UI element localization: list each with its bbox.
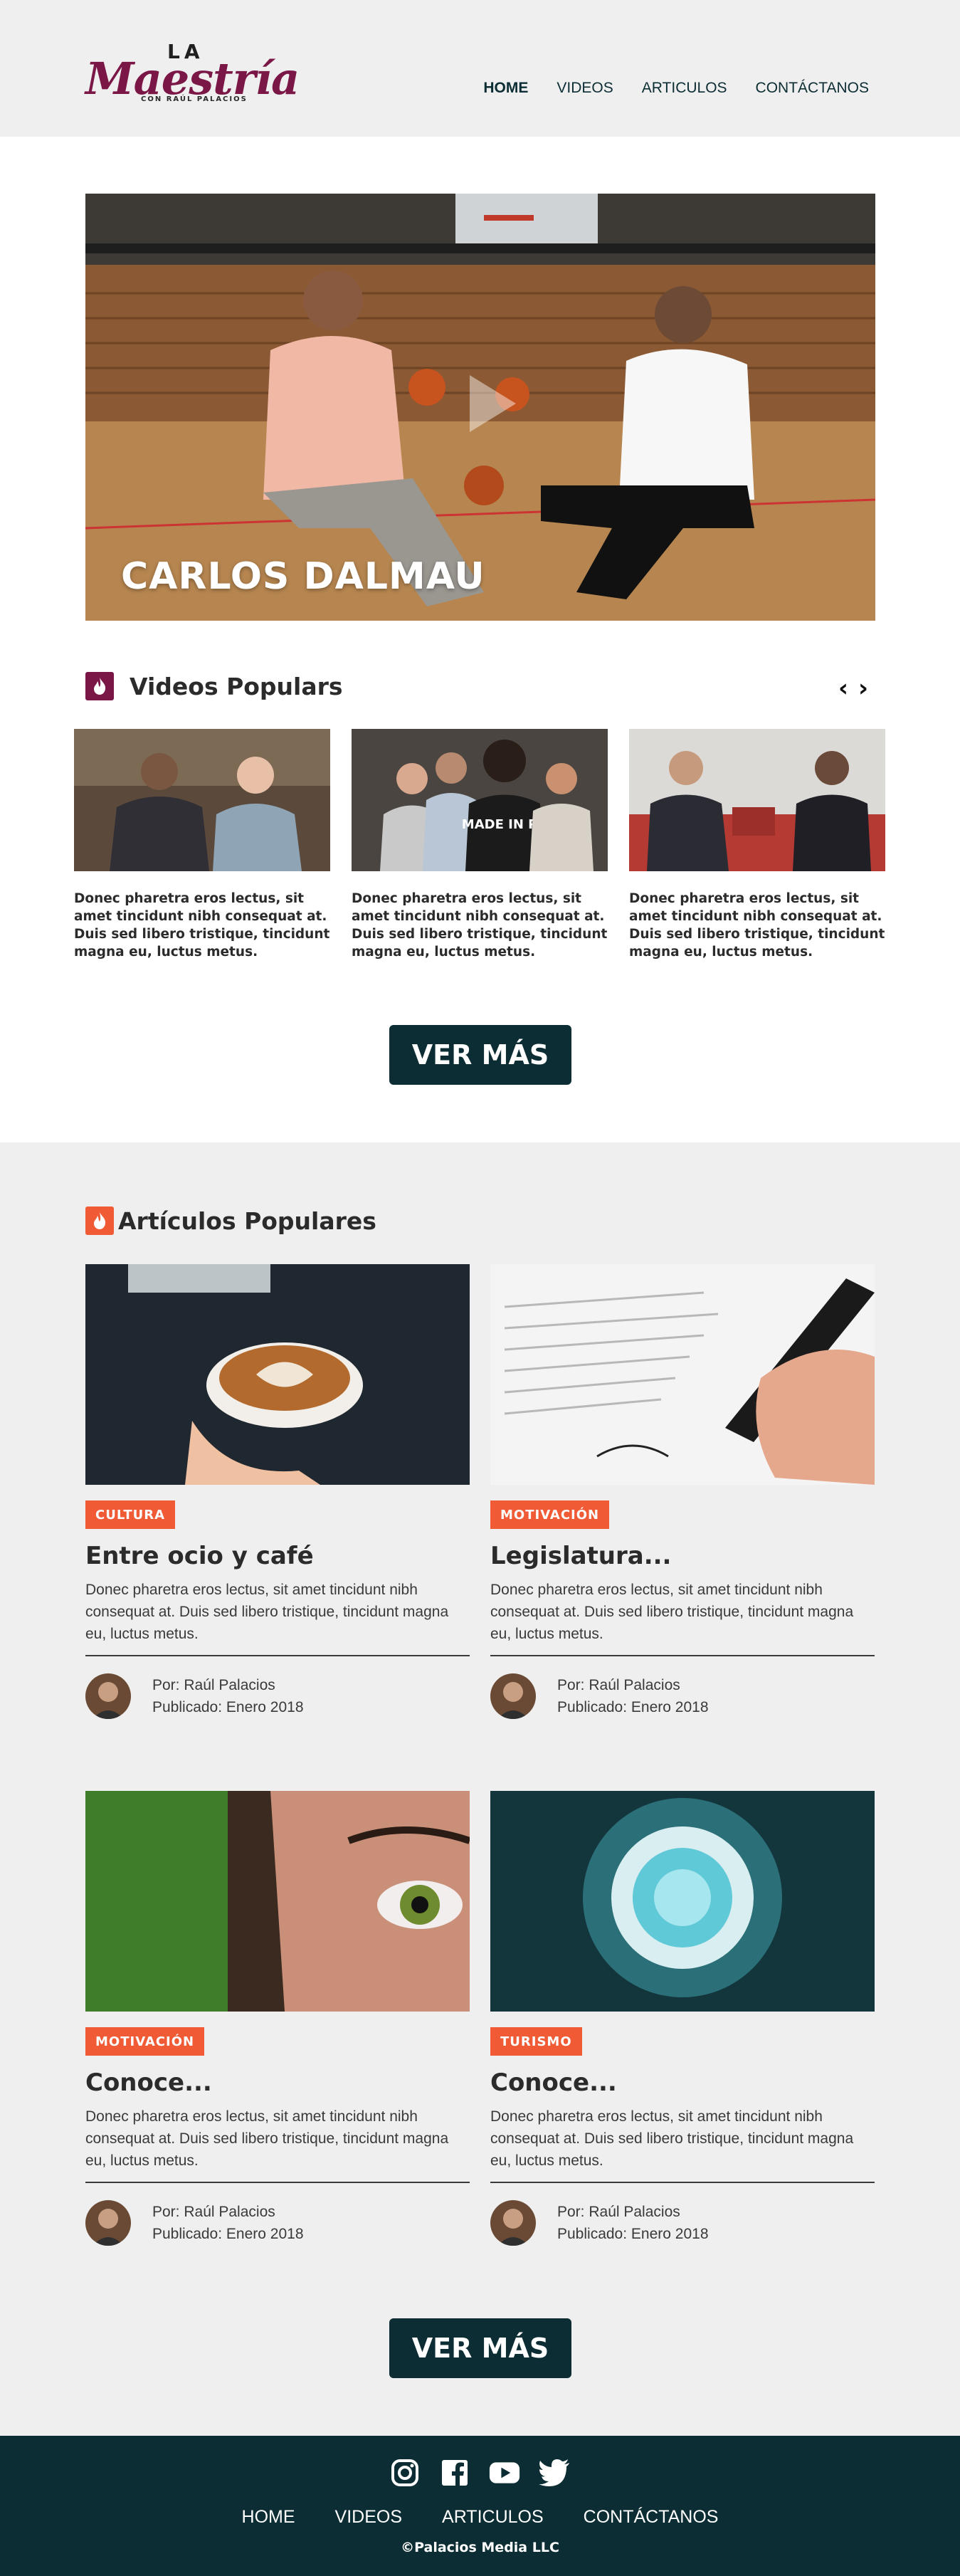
article-image[interactable] [490,1264,875,1485]
category-badge[interactable]: MOTIVACIÓN [85,2027,205,2056]
publish-date: Publicado: Enero 2018 [152,2226,304,2242]
nav-contactanos[interactable]: CONTÁCTANOS [756,80,869,97]
footer-nav-home[interactable]: HOME [242,2507,295,2528]
videos-section-title: Videos Populars [130,672,343,700]
carousel-controls: ‹ › [838,676,868,700]
article-title[interactable]: Legislatura... [490,1542,875,1570]
avatar [490,2200,536,2246]
video-caption: Donec pharetra eros lectus, sit amet tin… [352,891,608,960]
flame-icon [85,1206,114,1235]
article-card[interactable]: MOTIVACIÓN Conoce... Donec pharetra eros… [85,1791,470,2246]
articles-more-button[interactable]: VER MÁS [389,2318,571,2378]
article-card[interactable]: TURISMO Conoce... Donec pharetra eros le… [490,1791,875,2246]
avatar [85,2200,131,2246]
hero-video[interactable]: CARLOS DALMAU [85,194,875,621]
author-name: Por: Raúl Palacios [557,1677,680,1693]
video-caption: Donec pharetra eros lectus, sit amet tin… [74,891,330,960]
chevron-left-icon[interactable]: ‹ [838,676,848,700]
publish-date: Publicado: Enero 2018 [557,2226,709,2242]
logo-subtitle: CON RAÚL PALACIOS [141,95,248,103]
author-name: Por: Raúl Palacios [152,2204,275,2220]
article-title[interactable]: Conoce... [85,2068,470,2097]
chevron-right-icon[interactable]: › [858,676,868,700]
video-caption: Donec pharetra eros lectus, sit amet tin… [629,891,885,960]
article-excerpt: Donec pharetra eros lectus, sit amet tin… [85,1579,470,1656]
publish-date: Publicado: Enero 2018 [557,1699,709,1715]
author-name: Por: Raúl Palacios [152,1677,275,1693]
video-card[interactable]: Donec pharetra eros lectus, sit amet tin… [629,729,885,961]
articles-section-title: Artículos Populares [118,1206,376,1235]
footer-nav-videos[interactable]: VIDEOS [335,2507,402,2528]
article-card[interactable]: CULTURA Entre ocio y café Donec pharetra… [85,1264,470,1719]
play-button[interactable] [448,364,527,443]
facebook-icon[interactable] [439,2457,470,2488]
article-image[interactable] [490,1791,875,2012]
articles-section-heading: Artículos Populares [85,1206,376,1235]
avatar [85,1673,131,1719]
flame-icon [85,672,114,700]
publish-date: Publicado: Enero 2018 [152,1699,304,1715]
social-links [389,2457,570,2488]
article-author: Por: Raúl Palacios Publicado: Enero 2018 [490,1673,875,1719]
nav-articulos[interactable]: ARTICULOS [642,80,727,97]
video-thumbnail[interactable] [629,729,885,871]
copyright: ©Palacios Media LLC [401,2540,559,2555]
site-logo[interactable]: LA Maestría CON RAÚL PALACIOS [85,37,300,108]
category-badge[interactable]: CULTURA [85,1500,176,1529]
video-card[interactable]: MADE IN PR Donec pharetra eros lectus, s… [352,729,608,961]
twitter-icon[interactable] [539,2457,570,2488]
video-card[interactable]: Donec pharetra eros lectus, sit amet tin… [74,729,330,961]
article-excerpt: Donec pharetra eros lectus, sit amet tin… [85,2106,470,2183]
site-footer: HOME VIDEOS ARTICULOS CONTÁCTANOS ©Palac… [0,2436,960,2576]
nav-videos[interactable]: VIDEOS [557,80,613,97]
category-badge[interactable]: TURISMO [490,2027,582,2056]
article-excerpt: Donec pharetra eros lectus, sit amet tin… [490,2106,875,2183]
article-author: Por: Raúl Palacios Publicado: Enero 2018 [85,1673,470,1719]
article-image[interactable] [85,1791,470,2012]
footer-nav-articulos[interactable]: ARTICULOS [442,2507,544,2528]
article-title[interactable]: Entre ocio y café [85,1542,470,1570]
footer-nav-contactanos[interactable]: CONTÁCTANOS [584,2507,719,2528]
nav-home[interactable]: HOME [483,80,528,97]
avatar [490,1673,536,1719]
youtube-icon[interactable] [489,2457,520,2488]
site-header: LA Maestría CON RAÚL PALACIOS HOME VIDEO… [0,0,960,137]
main-nav: HOME VIDEOS ARTICULOS CONTÁCTANOS [483,80,869,97]
footer-nav: HOME VIDEOS ARTICULOS CONTÁCTANOS [242,2507,719,2528]
article-card[interactable]: MOTIVACIÓN Legislatura... Donec pharetra… [490,1264,875,1719]
article-title[interactable]: Conoce... [490,2068,875,2097]
instagram-icon[interactable] [389,2457,421,2488]
videos-more-button[interactable]: VER MÁS [389,1025,571,1085]
article-author: Por: Raúl Palacios Publicado: Enero 2018 [85,2200,470,2246]
article-image[interactable] [85,1264,470,1485]
category-badge[interactable]: MOTIVACIÓN [490,1500,610,1529]
video-thumbnail[interactable] [74,729,330,871]
article-excerpt: Donec pharetra eros lectus, sit amet tin… [490,1579,875,1656]
videos-section-heading: Videos Populars [85,672,343,700]
author-name: Por: Raúl Palacios [557,2204,680,2220]
article-author: Por: Raúl Palacios Publicado: Enero 2018 [490,2200,875,2246]
play-icon [470,375,516,432]
hero-title: CARLOS DALMAU [121,555,485,598]
video-thumbnail[interactable]: MADE IN PR [352,729,608,871]
